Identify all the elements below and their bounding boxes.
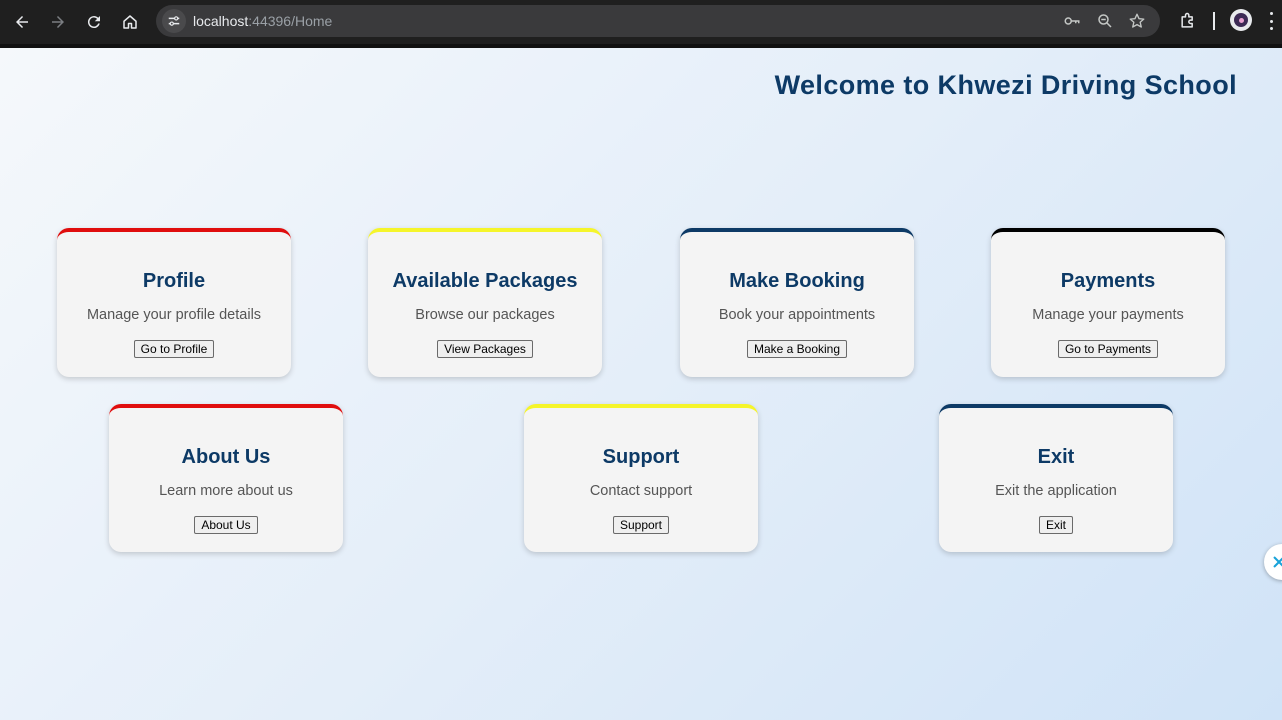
card-available-packages: Available Packages Browse our packages V…: [368, 228, 602, 377]
card-title: Profile: [142, 270, 206, 292]
card-description: Browse our packages: [415, 307, 555, 323]
card-about-us: About Us Learn more about us About Us: [109, 404, 343, 552]
tune-icon: [168, 16, 180, 26]
card-exit: Exit Exit the application Exit: [939, 404, 1173, 552]
card-title: Exit: [1037, 446, 1075, 468]
url-text[interactable]: localhost:44396/Home: [193, 13, 332, 29]
card-payments: Payments Manage your payments Go to Paym…: [991, 228, 1225, 377]
password-key-icon[interactable]: [1063, 12, 1081, 30]
about-us-button[interactable]: About Us: [194, 516, 258, 534]
card-description: Book your appointments: [718, 307, 876, 323]
reload-button[interactable]: [80, 8, 108, 36]
card-description: Manage your payments: [1032, 307, 1184, 323]
card-description: Manage your profile details: [86, 307, 262, 323]
page-title: Welcome to Khwezi Driving School: [774, 70, 1237, 100]
tools-icon: [1273, 556, 1282, 568]
card-description: Learn more about us: [159, 483, 293, 499]
url-host: localhost: [193, 13, 249, 29]
card-description: Exit the application: [995, 483, 1117, 499]
home-button[interactable]: [116, 8, 144, 36]
avatar-icon: [1234, 13, 1248, 27]
browser-toolbar: localhost:44396/Home: [0, 0, 1282, 44]
card-title: About Us: [181, 446, 271, 468]
toolbar-divider: [1213, 12, 1215, 30]
card-title: Make Booking: [729, 270, 865, 292]
card-title: Available Packages: [392, 270, 578, 292]
profile-avatar[interactable]: [1230, 9, 1252, 31]
home-icon: [123, 15, 137, 29]
card-description: Contact support: [589, 483, 693, 499]
card-profile: Profile Manage your profile details Go t…: [57, 228, 291, 377]
card-support: Support Contact support Support: [524, 404, 758, 552]
go-to-profile-button[interactable]: Go to Profile: [133, 340, 215, 358]
url-path: :44396/Home: [248, 13, 333, 29]
card-title: Payments: [1060, 270, 1156, 292]
floating-tool-button[interactable]: [1264, 544, 1282, 580]
make-a-booking-button[interactable]: Make a Booking: [746, 340, 848, 358]
extensions-puzzle-icon[interactable]: [1178, 11, 1198, 31]
reload-icon: [87, 16, 100, 29]
bookmark-star-icon[interactable]: [1128, 12, 1146, 30]
address-bar[interactable]: localhost:44396/Home: [156, 5, 1160, 37]
support-button[interactable]: Support: [612, 516, 670, 534]
card-make-booking: Make Booking Book your appointments Make…: [680, 228, 914, 377]
forward-button[interactable]: [44, 8, 72, 36]
arrow-left-icon: [16, 16, 28, 28]
site-info-button[interactable]: [162, 9, 186, 33]
browser-menu-icon[interactable]: [1270, 12, 1274, 30]
card-title: Support: [602, 446, 680, 468]
exit-button[interactable]: Exit: [1038, 516, 1073, 534]
back-button[interactable]: [8, 8, 36, 36]
home-page: Welcome to Khwezi Driving School Profile…: [0, 48, 1282, 720]
go-to-payments-button[interactable]: Go to Payments: [1057, 340, 1159, 358]
arrow-right-icon: [52, 16, 64, 28]
view-packages-button[interactable]: View Packages: [437, 340, 533, 358]
zoom-icon[interactable]: [1096, 12, 1114, 30]
